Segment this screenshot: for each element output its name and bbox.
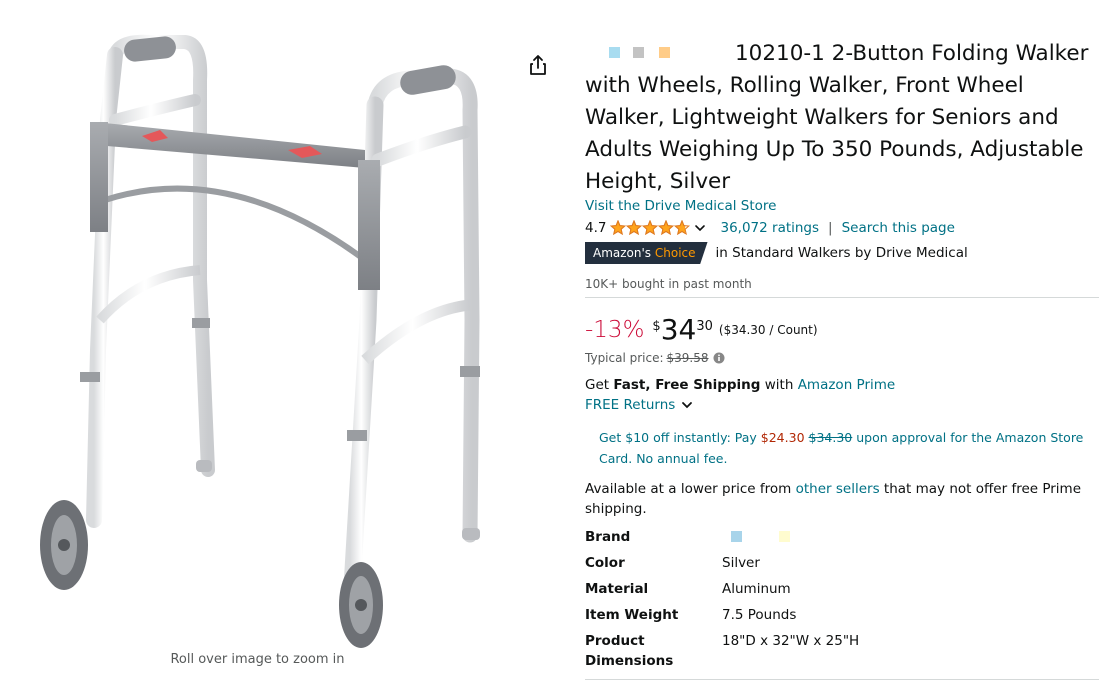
star-icon: [658, 220, 675, 236]
star-icon: [642, 220, 659, 236]
product-image[interactable]: [20, 20, 520, 650]
zoom-hint: Roll over image to zoom in: [170, 652, 345, 667]
lower-price-notice: Available at a lower price from other se…: [585, 481, 1082, 517]
stars-icon: [610, 220, 691, 236]
choice-category: in Standard Walkers by Drive Medical: [715, 245, 968, 261]
promo-old-price: $34.30: [808, 430, 853, 445]
star-rating[interactable]: [610, 220, 691, 236]
spec-label: Material: [585, 581, 649, 597]
spec-value: 18"D x 32"W x 25"H: [722, 633, 860, 649]
info-icon[interactable]: [713, 352, 725, 364]
spec-label: Color: [585, 555, 625, 571]
spec-value: Silver: [722, 555, 760, 571]
rating-value: 4.7: [585, 220, 607, 236]
share-icon[interactable]: [526, 53, 550, 77]
search-page-link[interactable]: Search this page: [842, 220, 955, 236]
fast-free-shipping: Fast, Free Shipping: [613, 377, 761, 393]
store-card-promo[interactable]: Get $10 off instantly: Pay $24.30 $34.30…: [599, 427, 1089, 469]
star-icon: [610, 220, 627, 236]
separator: |: [828, 220, 833, 236]
promo-price: $24.30: [760, 430, 805, 445]
ratings-count-link[interactable]: 36,072 ratings: [720, 220, 819, 236]
discount-percent: -13%: [585, 317, 645, 343]
spec-label: Item Weight: [585, 607, 679, 623]
chevron-down-icon[interactable]: [694, 222, 706, 234]
spec-value: 7.5 Pounds: [722, 607, 797, 623]
star-icon: [626, 220, 643, 236]
unit-price: ($34.30 / Count): [718, 323, 818, 337]
chevron-down-icon: [682, 402, 693, 409]
divider: [585, 297, 1099, 298]
spec-label: Product Dimensions: [585, 633, 674, 669]
price-row: -13% $ 34 30 ($34.30 / Count): [585, 313, 818, 347]
rating-row: 4.7 36,072 ratings | Search this page: [585, 218, 955, 238]
price-fraction: 30: [696, 319, 713, 334]
spec-value: Aluminum: [722, 581, 791, 597]
spec-label: Brand: [585, 529, 631, 545]
star-icon: [674, 220, 691, 236]
typical-price: Typical price: $39.58: [585, 351, 725, 365]
divider: [585, 679, 1099, 680]
brand-redaction: [731, 531, 811, 543]
product-title: 10210-1 2-Button Folding Walker with Whe…: [585, 41, 1089, 194]
bought-count: 10K+ bought in past month: [585, 277, 752, 291]
brand-redaction: [585, 41, 735, 63]
free-returns[interactable]: FREE Returns: [585, 397, 693, 413]
other-sellers-link[interactable]: other sellers: [796, 481, 880, 497]
shipping-info: Get Fast, Free Shipping with Amazon Prim…: [585, 377, 896, 393]
amazon-prime-link[interactable]: Amazon Prime: [798, 377, 896, 393]
amazons-choice-badge[interactable]: Amazon's Choice: [585, 242, 708, 264]
image-gallery: Roll over image to zoom in: [0, 0, 530, 693]
price-symbol: $: [652, 319, 661, 334]
price-whole: 34: [660, 313, 697, 346]
amazons-choice-row: Amazon's Choice in Standard Walkers by D…: [585, 242, 968, 264]
typical-price-value: $39.58: [666, 351, 709, 365]
store-link[interactable]: Visit the Drive Medical Store: [585, 198, 776, 214]
